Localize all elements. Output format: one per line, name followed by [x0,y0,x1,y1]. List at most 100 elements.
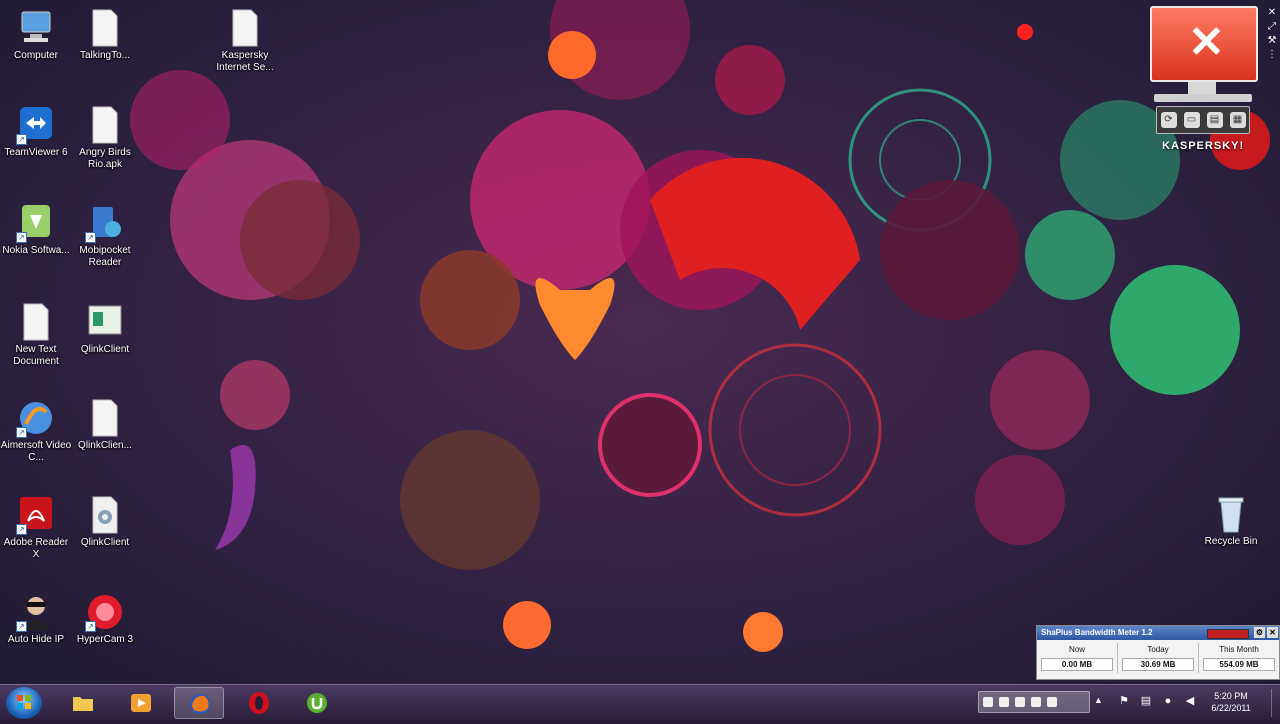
update-icon[interactable]: ⟳ [1160,112,1177,128]
desktop-icon-label: Kaspersky Internet Se... [216,50,274,73]
desktop-icon-label: Auto Hide IP [7,634,65,645]
desktop-icon-label: Computer [14,50,58,61]
desktop-icon-label: Adobe Reader X [3,537,69,560]
settings-icon[interactable]: ▦ [1229,112,1246,128]
play-icon[interactable] [1015,697,1025,707]
resize-icon[interactable]: ⤢ [1265,20,1279,34]
clock-time: 5:20 PM [1214,691,1248,701]
desktop-icon-talkingto[interactable]: TalkingTo... [69,8,141,62]
file-icon [85,398,125,438]
desktop-icon-mobipocket[interactable]: ↗ Mobipocket Reader [69,203,141,269]
bandwidth-stat-month: This Month 554.09 MB [1199,643,1279,673]
windows-logo-icon [17,695,31,709]
bandwidth-meter-titlebar[interactable]: ShaPlus Bandwidth Meter 1.2 ⚙ ✕ [1037,626,1279,640]
desktop-icon-computer[interactable]: Computer [0,8,72,62]
desktop-icon-new-text-document[interactable]: New Text Document [0,302,72,368]
next-icon[interactable] [1031,697,1041,707]
mobipocket-icon: ↗ [85,203,125,243]
speaker-icon[interactable]: ◀ [1184,695,1196,707]
computer-icon [16,8,56,48]
aimersoft-icon: ↗ [16,398,56,438]
gadget-tools: ✕ ⤢ ⚒ ⋮ [1265,6,1279,62]
desktop-icon-label: Recycle Bin [1204,536,1258,547]
taskbar-utorrent-button[interactable] [292,687,342,719]
tray-app-icon[interactable]: ● [1162,695,1174,707]
wrench-icon[interactable]: ⚒ [1265,34,1279,48]
settings-icon[interactable]: ⚙ [1254,627,1265,638]
shortcut-arrow-icon: ↗ [85,232,96,243]
desktop-icon-label: Nokia Softwa... [2,245,70,256]
adobe-reader-icon: ↗ [16,495,56,535]
recycle-bin-icon [1211,494,1251,534]
kaspersky-gadget[interactable]: ✕ ⟳ ▭ ▤ ▦ KASPERSKY! [1148,4,1260,154]
folder-icon [73,697,93,711]
shortcut-arrow-icon: ↗ [85,621,96,632]
stat-header: This Month [1219,645,1259,654]
desktop-icon-label: Mobipocket Reader [79,245,131,268]
utorrent-icon [307,693,327,713]
bandwidth-stats: Now 0.00 MB Today 30.69 MB This Month 55… [1037,643,1279,673]
opera-icon [249,692,269,714]
stop-icon[interactable] [999,697,1009,707]
desktop-icon-label: TalkingTo... [79,50,131,61]
network-icon[interactable]: ▤ [1140,695,1152,707]
desktop-icon-label: New Text Document [13,344,59,367]
file-icon [85,8,125,48]
file-icon [225,8,265,48]
shortcut-arrow-icon: ↗ [16,621,27,632]
bandwidth-level-meter [1207,629,1249,639]
desktop-icon-label: TeamViewer 6 [4,147,68,158]
desktop-icon-kaspersky-setup[interactable]: Kaspersky Internet Se... [209,8,281,74]
desktop-icon-recycle-bin[interactable]: Recycle Bin [1195,494,1267,548]
desktop-icon-nokia[interactable]: ↗ Nokia Softwa... [0,203,72,257]
bandwidth-meter-title: ShaPlus Bandwidth Meter 1.2 [1041,628,1153,637]
desktop-icon-label: Aimersoft Video C... [0,440,72,463]
desktop-icon-qlinkclient[interactable]: QlinkClient [69,302,141,356]
close-icon[interactable]: ✕ [1267,627,1278,638]
show-hidden-icons-icon[interactable]: ▲ [1094,695,1103,705]
desktop-icon-adobe-reader[interactable]: ↗ Adobe Reader X [0,495,72,561]
drag-handle-icon[interactable]: ⋮ [1265,48,1279,62]
taskbar-firefox-button[interactable] [174,687,224,719]
nokia-icon: ↗ [16,203,56,243]
stat-header: Now [1068,645,1085,654]
volume-icon[interactable] [1047,697,1057,707]
settings-file-icon [85,495,125,535]
kaspersky-brand-text: KASPERSKY [1162,140,1240,152]
file-icon [85,105,125,145]
desktop-wallpaper [0,0,1280,720]
stat-header: Today [1147,645,1169,654]
desktop-icon-auto-hide-ip[interactable]: ↗ Auto Hide IP [0,592,72,646]
show-desktop-button[interactable] [1271,689,1280,717]
desktop-icon-qlinkclient-config[interactable]: QlinkClient [69,495,141,549]
flag-icon[interactable]: ⚑ [1118,695,1130,707]
shortcut-arrow-icon: ↗ [16,524,27,535]
desktop-icon-teamviewer[interactable]: ↗ TeamViewer 6 [0,105,72,159]
desktop-icon-label: HyperCam 3 [76,634,134,645]
close-icon[interactable]: ✕ [1265,6,1279,20]
desktop-icon-angry-birds[interactable]: Angry Birds Rio.apk [69,105,141,171]
taskbar-clock[interactable]: 5:20 PM 6/22/2011 [1206,690,1256,714]
bandwidth-meter-window[interactable]: ShaPlus Bandwidth Meter 1.2 ⚙ ✕ Now 0.00… [1036,625,1280,680]
shortcut-arrow-icon: ↗ [16,134,27,145]
media-icon[interactable] [983,697,993,707]
taskbar-opera-button[interactable] [234,687,284,719]
start-button[interactable] [6,687,42,719]
desktop-icon-hypercam[interactable]: ↗ HyperCam 3 [69,592,141,646]
scan-icon[interactable]: ▭ [1183,112,1200,128]
report-icon[interactable]: ▤ [1206,112,1223,128]
media-toolbar[interactable] [978,691,1090,713]
hypercam-icon: ↗ [85,592,125,632]
system-tray: ▲ ⚑ ▤ ● ◀ 5:20 PM 6/22/2011 [978,689,1280,717]
qlink-icon [85,302,125,342]
desktop-icon-aimersoft[interactable]: ↗ Aimersoft Video C... [0,398,72,464]
kaspersky-brand-suffix: ! [1239,140,1245,152]
desktop-icon-qlinkclient-file[interactable]: QlinkClien... [69,398,141,452]
gadget-stand [1188,82,1216,94]
kaspersky-status-screen[interactable]: ✕ [1150,6,1258,82]
teamviewer-icon: ↗ [16,105,56,145]
taskbar-explorer-button[interactable] [58,687,108,719]
taskbar-media-player-button[interactable] [116,687,166,719]
desktop-icon-label: Angry Birds Rio.apk [79,147,131,170]
desktop-icon-label: QlinkClien... [78,440,132,451]
